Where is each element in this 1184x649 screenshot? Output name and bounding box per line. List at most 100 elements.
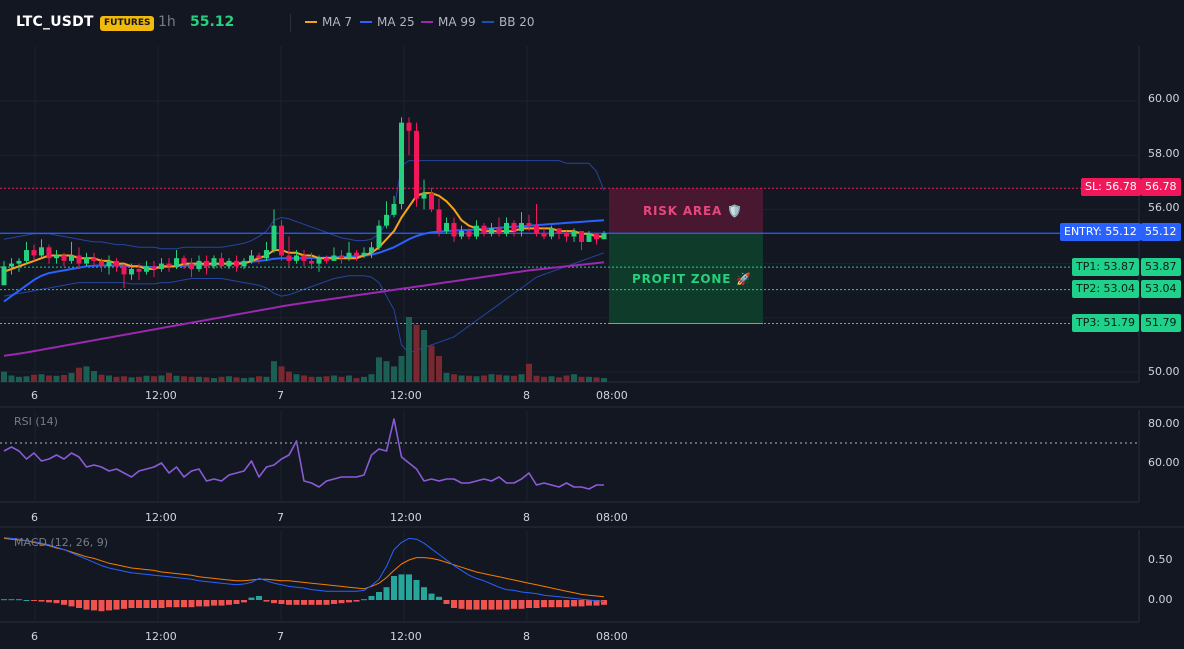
entry-axis-value: 55.12	[1141, 223, 1181, 241]
macd-histogram-bar	[428, 593, 435, 600]
candle-body	[1, 266, 7, 286]
entry-tag: ENTRY: 55.12	[1060, 223, 1141, 241]
volume-bar	[263, 376, 270, 382]
volume-bar	[466, 375, 472, 382]
candle-body	[451, 222, 457, 237]
time-tick: 12:00	[145, 389, 177, 402]
macd-histogram-bar	[166, 600, 172, 608]
candle-body	[504, 222, 509, 234]
tp1-axis-value: 53.87	[1141, 258, 1181, 276]
volume-bar	[383, 361, 390, 382]
candle-body	[279, 225, 284, 256]
volume-bar	[83, 366, 90, 382]
macd-histogram-bar	[143, 600, 150, 608]
volume-bar	[518, 374, 525, 382]
volume-bar	[586, 376, 592, 382]
candle-body	[511, 222, 517, 232]
time-tick: 7	[277, 511, 284, 524]
volume-bar	[188, 376, 195, 382]
sl-axis-value: 56.78	[1141, 178, 1181, 196]
macd-tick: 0.00	[1148, 593, 1173, 606]
macd-histogram-bar	[368, 596, 375, 600]
candle-body	[421, 193, 427, 199]
price-tick: 58.00	[1148, 147, 1180, 160]
volume-bar	[428, 345, 435, 382]
macd-histogram-bar	[173, 600, 180, 608]
volume-bar	[481, 375, 487, 382]
candle-body	[301, 255, 307, 261]
candle-body	[204, 260, 209, 267]
volume-bar	[526, 363, 532, 382]
candle-body	[556, 228, 562, 234]
candle-body	[519, 222, 524, 232]
macd-histogram-bar	[556, 600, 562, 608]
candle-body	[586, 233, 592, 242]
volume-bar	[451, 374, 457, 382]
macd-histogram-bar	[8, 599, 15, 601]
candle-body	[571, 231, 577, 237]
macd-histogram-bar	[248, 597, 255, 600]
volume-bar	[151, 376, 157, 382]
volume-bar	[98, 374, 105, 382]
candle-body	[54, 255, 59, 259]
macd-title: MACD (12, 26, 9)	[14, 536, 109, 549]
volume-bar	[458, 375, 465, 382]
candle-body	[249, 255, 254, 261]
candle-body	[196, 260, 202, 270]
macd-histogram-bar	[263, 600, 270, 602]
time-tick: 8	[523, 630, 530, 643]
volume-bar	[301, 375, 307, 382]
macd-histogram-bar	[211, 600, 217, 606]
macd-histogram-bar	[331, 600, 337, 604]
tp2-tag: TP2: 53.04	[1072, 280, 1140, 298]
candle-body	[601, 233, 607, 240]
volume-bar	[496, 374, 502, 382]
candle-body	[61, 255, 67, 261]
volume-bar	[256, 376, 262, 382]
macd-histogram-bar	[241, 600, 247, 603]
volume-bar	[308, 376, 315, 382]
candle-body	[354, 252, 359, 256]
macd-histogram-bar	[278, 600, 285, 604]
macd-histogram-bar	[271, 600, 277, 604]
volume-bar	[203, 377, 210, 382]
candle-body	[226, 260, 232, 267]
macd-histogram-bar	[338, 600, 345, 604]
volume-bar	[23, 376, 30, 382]
tp2-axis-value: 53.04	[1141, 280, 1181, 298]
volume-bar	[226, 376, 232, 382]
macd-histogram-bar	[406, 574, 412, 600]
volume-bar	[541, 376, 547, 382]
volume-bar	[241, 378, 247, 382]
candle-body	[346, 252, 352, 259]
candle-body	[549, 228, 554, 237]
volume-bar	[121, 376, 127, 382]
volume-bar	[136, 376, 142, 382]
macd-histogram-bar	[23, 600, 30, 601]
macd-histogram-bar	[548, 600, 555, 608]
macd-histogram-bar	[226, 600, 232, 605]
candle-body	[121, 266, 127, 275]
candle-body	[579, 231, 584, 242]
volume-bar	[323, 376, 330, 382]
candle-body	[271, 225, 277, 251]
volume-bar	[16, 376, 22, 382]
candle-body	[309, 260, 314, 264]
tp1-tag: TP1: 53.87	[1072, 258, 1140, 276]
candle-body	[211, 258, 217, 267]
candle-body	[99, 260, 104, 267]
time-tick: 12:00	[145, 511, 177, 524]
macd-histogram-bar	[571, 600, 577, 607]
time-tick: 6	[31, 511, 38, 524]
volume-bar	[533, 375, 540, 382]
volume-bar	[106, 375, 112, 382]
candle-body	[399, 122, 404, 204]
macd-histogram-bar	[488, 600, 495, 610]
rsi-title: RSI (14)	[14, 415, 58, 428]
price-chart-canvas[interactable]	[0, 0, 1184, 649]
candle-body	[46, 247, 52, 259]
candle-body	[324, 258, 329, 261]
macd-histogram-bar	[61, 600, 67, 605]
time-tick: 08:00	[596, 511, 628, 524]
macd-histogram-bar	[511, 600, 517, 609]
